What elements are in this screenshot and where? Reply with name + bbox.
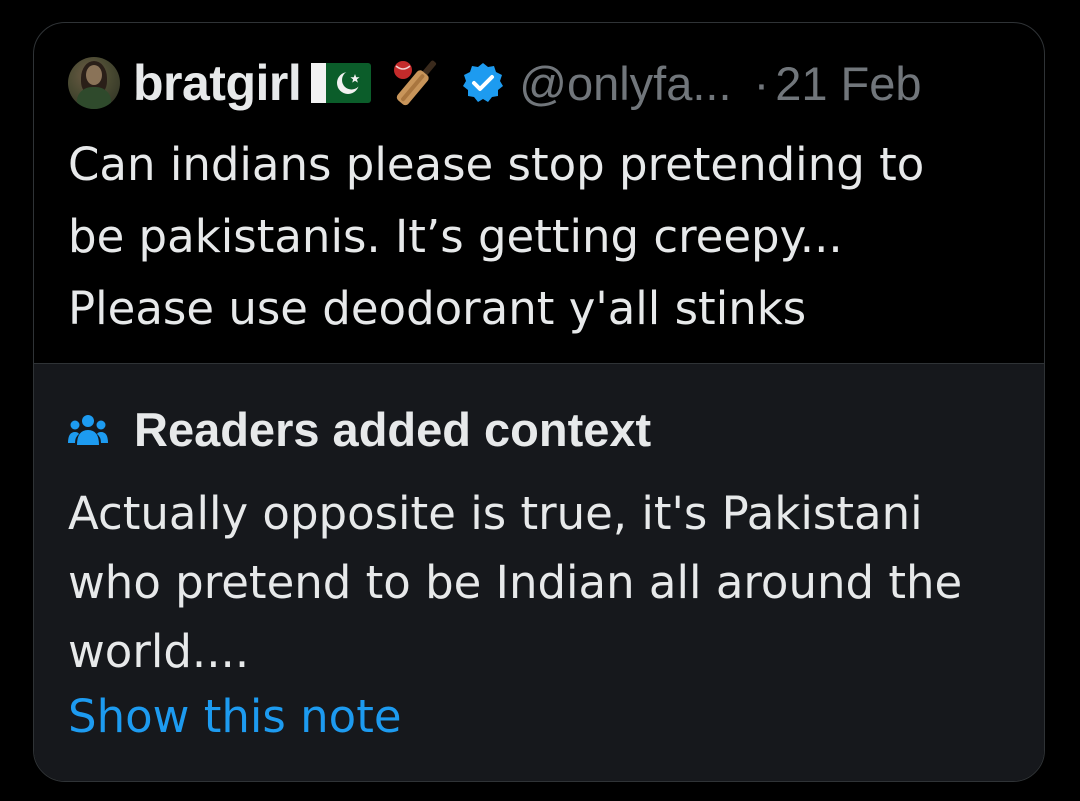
community-note-text: Actually opposite is true, it's Pakistan… [68, 479, 1018, 686]
community-note[interactable]: Readers added context Actually opposite … [34, 364, 1044, 781]
show-note-link[interactable]: Show this note [68, 690, 402, 743]
verified-badge-icon [463, 63, 504, 102]
post-text-line: Please use deodorant y'all stinks [68, 282, 807, 335]
post-header: bratgirl @onlyfa... · 21 Feb [68, 53, 1013, 113]
post-date[interactable]: 21 Feb [775, 56, 921, 111]
note-text-line: world.... [68, 625, 250, 678]
separator-dot: · [753, 56, 770, 110]
avatar[interactable] [68, 57, 120, 109]
note-text-line: Actually opposite is true, it's Pakistan… [68, 487, 923, 540]
user-handle[interactable]: @onlyfa... [519, 56, 731, 111]
community-note-title: Readers added context [134, 403, 652, 456]
community-note-header: Readers added context [68, 402, 651, 457]
people-icon [68, 414, 108, 445]
quoted-post-card[interactable]: bratgirl @onlyfa... · 21 Feb Can indians… [33, 22, 1045, 782]
post-body[interactable]: bratgirl @onlyfa... · 21 Feb Can indians… [34, 23, 1044, 364]
pakistan-flag-icon [311, 63, 372, 103]
cricket-bat-and-ball-icon [394, 60, 437, 106]
post-text: Can indians please stop pretending to be… [68, 129, 1018, 345]
note-text-line: who pretend to be Indian all around the [68, 556, 963, 609]
post-text-line: be pakistanis. It’s getting creepy... [68, 210, 843, 263]
display-name[interactable]: bratgirl [133, 54, 302, 112]
post-text-line: Can indians please stop pretending to [68, 138, 925, 191]
